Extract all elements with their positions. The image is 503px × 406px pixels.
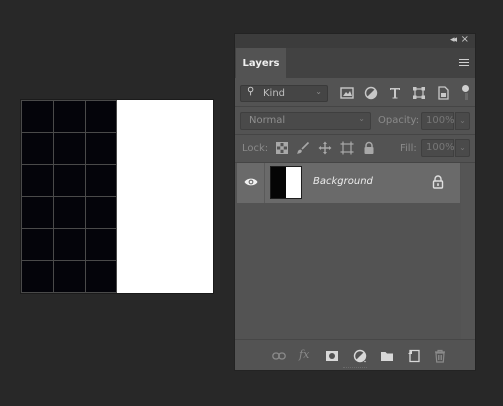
lock-label: Lock: <box>242 143 269 154</box>
opacity-field[interactable]: 100% <box>421 112 455 130</box>
layer-name[interactable]: Background <box>313 176 373 187</box>
smart-object-filter-icon[interactable] <box>436 86 450 100</box>
search-icon: ⚲ <box>247 86 255 97</box>
lock-image-pixels-icon[interactable] <box>296 141 310 155</box>
panel-tab-bar: Layers <box>235 48 475 78</box>
document-canvas[interactable] <box>21 100 213 293</box>
layer-list: Background <box>235 163 461 339</box>
layer-thumbnail[interactable] <box>270 166 302 199</box>
layers-panel: ◂◂ × Layers ⚲ Kind ⌄ Normal ⌄ Opacity: 1… <box>235 34 475 370</box>
close-icon[interactable]: × <box>461 34 469 45</box>
lock-icon[interactable] <box>432 175 444 189</box>
link-layers-icon[interactable] <box>272 349 286 363</box>
pixel-filter-icon[interactable] <box>340 86 354 100</box>
adjustment-filter-icon[interactable] <box>364 86 378 100</box>
lock-transparent-pixels-icon[interactable] <box>275 141 289 155</box>
blend-mode-dropdown[interactable]: Normal ⌄ <box>240 112 371 130</box>
chevron-down-icon: ⌄ <box>358 114 365 123</box>
type-filter-icon[interactable] <box>388 86 402 100</box>
blend-mode-value: Normal <box>249 115 286 126</box>
add-mask-icon[interactable] <box>325 349 339 363</box>
new-group-icon[interactable] <box>380 349 394 363</box>
filter-kind-label: Kind <box>263 88 286 99</box>
collapse-icon[interactable]: ◂◂ <box>450 35 457 45</box>
divider <box>235 134 475 135</box>
lock-artboard-icon[interactable] <box>340 141 354 155</box>
tab-layers[interactable]: Layers <box>236 48 286 78</box>
chevron-down-icon: ⌄ <box>315 87 322 96</box>
panel-resize-grip[interactable] <box>343 367 367 370</box>
opacity-label: Opacity: <box>378 115 420 126</box>
opacity-dropdown-arrow[interactable]: ⌄ <box>455 112 470 130</box>
fill-dropdown-arrow[interactable]: ⌄ <box>455 139 470 157</box>
delete-layer-icon[interactable] <box>433 349 447 363</box>
fill-label: Fill: <box>400 143 417 154</box>
layer-list-scrollbar[interactable] <box>461 163 475 339</box>
lock-all-icon[interactable] <box>362 141 376 155</box>
black-grid-region <box>21 100 117 293</box>
lock-position-icon[interactable] <box>318 141 332 155</box>
filter-toggle[interactable] <box>462 85 469 101</box>
eye-icon <box>244 178 258 186</box>
fx-icon[interactable]: fx <box>299 348 309 361</box>
adjustment-layer-icon[interactable] <box>353 349 367 363</box>
new-layer-icon[interactable] <box>407 349 421 363</box>
panel-menu-icon[interactable] <box>459 59 469 67</box>
filter-kind-dropdown[interactable]: ⚲ Kind ⌄ <box>240 85 328 102</box>
panel-title-bar[interactable]: ◂◂ × <box>235 34 475 48</box>
visibility-toggle[interactable] <box>237 163 265 203</box>
layer-row-background[interactable]: Background <box>237 163 460 203</box>
fill-field[interactable]: 100% <box>421 139 455 157</box>
shape-filter-icon[interactable] <box>412 86 426 100</box>
panel-bottom-bar: fx <box>235 339 475 370</box>
divider <box>235 106 475 107</box>
